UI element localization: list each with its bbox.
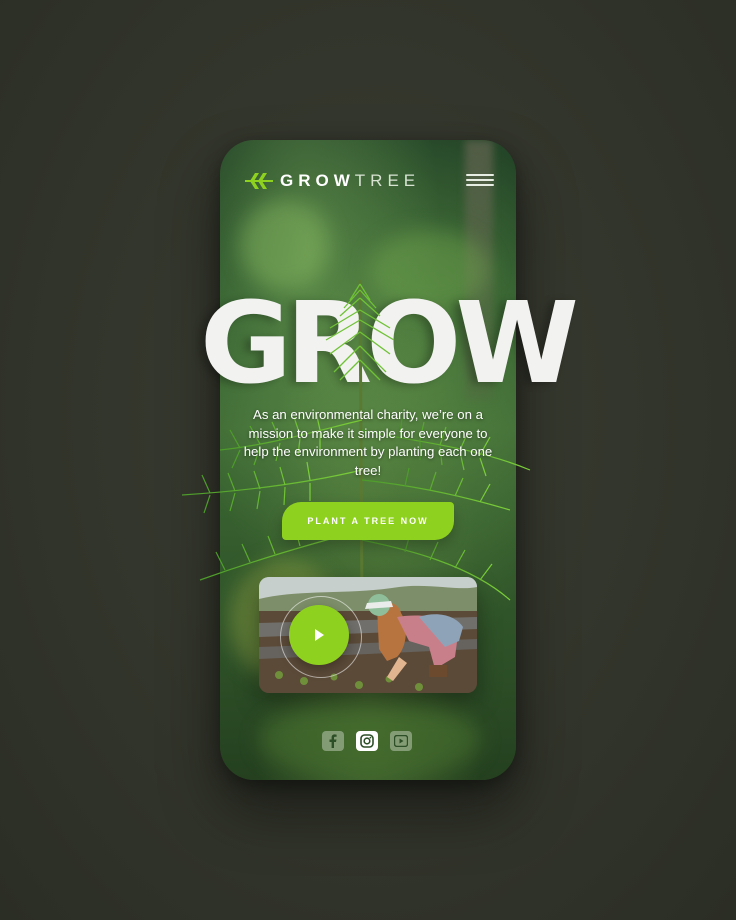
mission-statement: As an environmental charity, we’re on a … [243,407,493,478]
plant-a-tree-button[interactable]: PLANT A TREE NOW [282,502,454,540]
play-button[interactable] [289,605,349,665]
brand-logo[interactable]: GROW TREE [280,171,420,191]
top-bar: GROW TREE [244,168,494,194]
leaf-branch-icon[interactable] [244,170,274,192]
social-links [322,731,412,751]
hamburger-menu-icon[interactable] [466,174,494,188]
facebook-icon[interactable] [322,731,344,751]
youtube-icon[interactable] [390,731,412,751]
brand-name-light: TREE [354,171,421,190]
bokeh-light [240,200,330,290]
hero-title: GROW [200,279,579,409]
brand-name-bold: GROW [280,171,355,190]
instagram-icon[interactable] [356,731,378,751]
play-icon [315,629,324,641]
